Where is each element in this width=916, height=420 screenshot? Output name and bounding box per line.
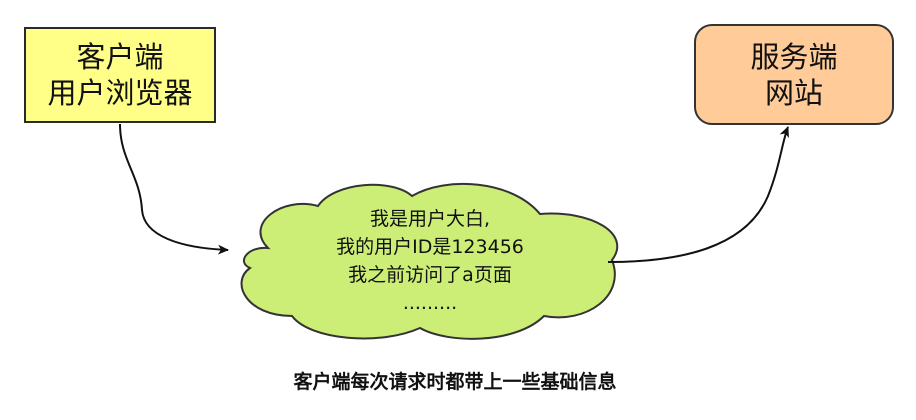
client-box-subtitle: 用户浏览器 bbox=[47, 76, 193, 110]
server-website-box: 服务端 网站 bbox=[694, 24, 894, 125]
client-box-title: 客户端 bbox=[76, 40, 164, 74]
diagram-caption: 客户端每次请求时都带上一些基础信息 bbox=[293, 371, 617, 393]
cloud-line-ellipsis: ......... bbox=[402, 292, 458, 314]
cloud-line-visited-page: 我之前访问了a页面 bbox=[348, 264, 512, 286]
cloud-line-user-id: 我的用户ID是123456 bbox=[336, 236, 524, 258]
client-to-cloud-connector bbox=[119, 123, 229, 255]
cloud-line-user-name: 我是用户大白, bbox=[369, 208, 491, 230]
client-browser-box: 客户端 用户浏览器 bbox=[24, 27, 216, 123]
server-box-title: 服务端 bbox=[750, 39, 838, 74]
cloud-message: 我是用户大白, 我的用户ID是123456 我之前访问了a页面 ........… bbox=[300, 205, 560, 317]
server-box-subtitle: 网站 bbox=[764, 75, 823, 110]
cloud-to-server-connector bbox=[607, 126, 789, 263]
